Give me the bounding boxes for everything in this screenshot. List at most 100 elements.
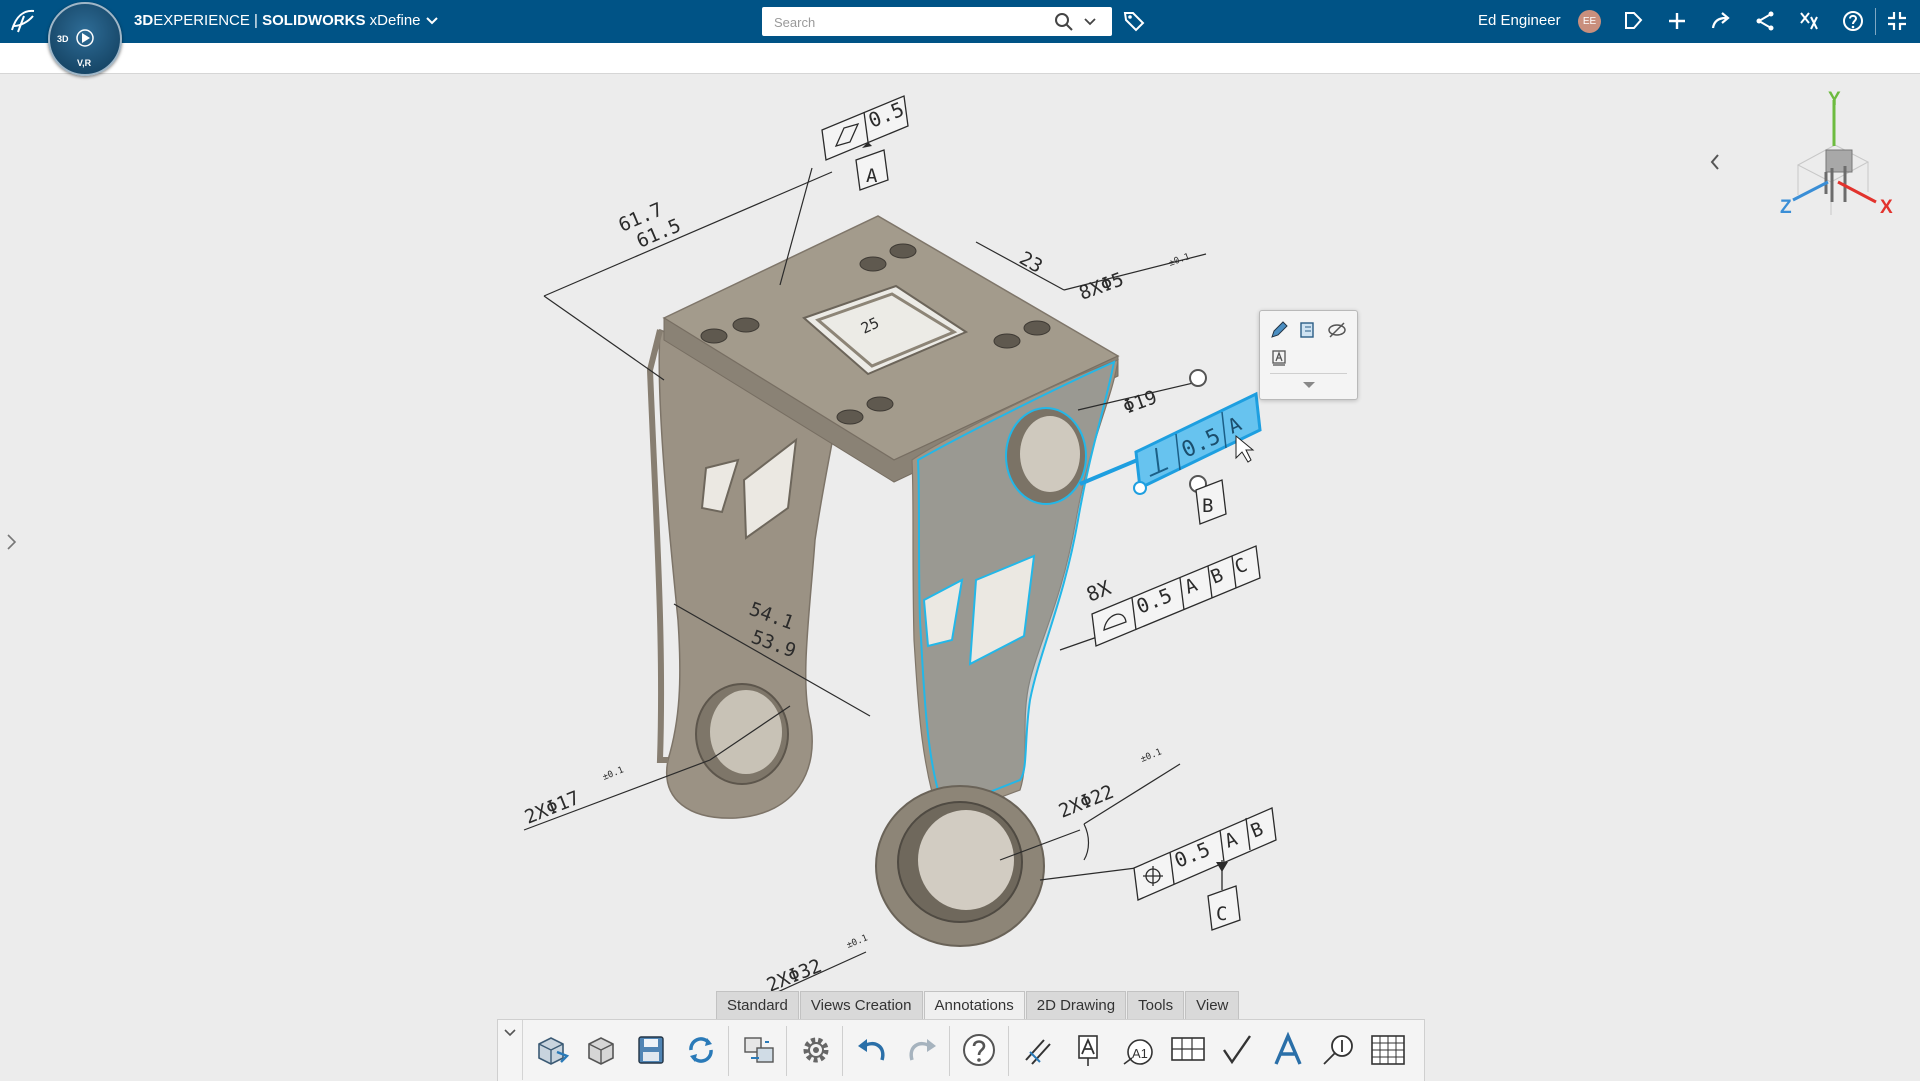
settings-button[interactable] — [796, 1030, 836, 1070]
annotation-plane-icon[interactable] — [1297, 319, 1319, 341]
chevron-down-icon[interactable] — [425, 16, 439, 26]
fcf-handle-top[interactable] — [1189, 369, 1207, 387]
table-button[interactable] — [1368, 1030, 1408, 1070]
roughness-icon — [1223, 1035, 1251, 1065]
balloon-button[interactable] — [1318, 1030, 1358, 1070]
redo-button[interactable] — [902, 1030, 942, 1070]
compare-icon — [744, 1037, 774, 1063]
tab-views-creation[interactable]: Views Creation — [799, 991, 923, 1019]
compass-widget[interactable]: 3D V,R — [48, 2, 122, 76]
save-button[interactable] — [631, 1030, 671, 1070]
part-icon — [588, 1037, 614, 1065]
help-icon[interactable] — [1841, 9, 1865, 33]
share-arrow-icon[interactable] — [1709, 9, 1733, 33]
app-title[interactable]: 3DEXPERIENCE | SOLIDWORKS xDefine — [134, 12, 439, 29]
tab-annotations[interactable]: Annotations — [923, 991, 1025, 1019]
action-bar: A1 — [497, 1019, 1425, 1081]
tab-view[interactable]: View — [1185, 991, 1240, 1019]
text-frame-icon[interactable] — [1268, 347, 1290, 369]
text-style-button[interactable] — [1268, 1030, 1308, 1070]
datum-feature-button[interactable]: A1 — [1118, 1030, 1158, 1070]
messages-icon[interactable] — [1621, 9, 1645, 33]
expand-chevron-icon[interactable] — [1301, 380, 1317, 390]
triad-y-label: Y — [1828, 90, 1841, 110]
avatar[interactable]: EE — [1578, 10, 1601, 33]
tag-icon[interactable] — [1122, 9, 1146, 33]
add-icon[interactable] — [1665, 9, 1689, 33]
toolbar-separator — [728, 1026, 729, 1076]
save-icon — [638, 1036, 664, 1064]
tab-standard[interactable]: Standard — [716, 991, 799, 1019]
compass-vr-label: V,R — [77, 58, 92, 68]
text-style-icon — [1274, 1031, 1302, 1065]
feature-control-frame-icon — [1171, 1037, 1205, 1061]
compare-button[interactable] — [739, 1030, 779, 1070]
brand-app: xDefine — [369, 12, 421, 29]
text-icon — [1078, 1035, 1098, 1066]
topbar-divider — [1875, 8, 1876, 35]
help-button[interactable] — [959, 1030, 999, 1070]
dassault-logo-icon[interactable] — [8, 6, 38, 36]
triad-x-label: X — [1880, 197, 1893, 218]
toolbar-separator — [786, 1026, 787, 1076]
action-bar-dropdown[interactable] — [498, 1020, 523, 1080]
context-mini-toolbar — [1259, 310, 1358, 400]
toolbar-separator — [842, 1026, 843, 1076]
fullscreen-icon[interactable] — [1885, 9, 1909, 33]
brand-product: SOLIDWORKS — [262, 12, 366, 29]
svg-text:A1: A1 — [1132, 1046, 1148, 1061]
undo-button[interactable] — [852, 1030, 892, 1070]
refresh-button[interactable] — [681, 1030, 721, 1070]
chevron-right-icon[interactable] — [4, 532, 20, 552]
triad-z-label: Z — [1780, 197, 1792, 218]
dimension-icon — [1025, 1039, 1051, 1065]
fcf-handle-left[interactable] — [1133, 481, 1147, 495]
dimension-button[interactable] — [1018, 1030, 1058, 1070]
tools-icon[interactable] — [1797, 9, 1821, 33]
hole-phi19-inner — [1020, 416, 1080, 492]
top-bar: 3DEXPERIENCE | SOLIDWORKS xDefine Ed Eng… — [0, 0, 1920, 43]
roughness-button[interactable] — [1218, 1030, 1258, 1070]
brand-3d: 3D — [134, 12, 154, 29]
tab-2d-drawing[interactable]: 2D Drawing — [1025, 991, 1127, 1019]
search-icon[interactable] — [1054, 12, 1074, 32]
chevron-left-icon[interactable] — [1706, 150, 1724, 174]
balloon-icon — [1323, 1035, 1353, 1065]
redo-icon — [909, 1039, 936, 1061]
refresh-icon — [689, 1037, 713, 1063]
compass-3d-label: 3D — [57, 34, 69, 44]
datum-feature-icon: A1 — [1123, 1039, 1153, 1065]
help-icon — [963, 1034, 995, 1066]
toolbar-separator — [949, 1026, 950, 1076]
fcf-button[interactable] — [1168, 1030, 1208, 1070]
play-icon — [76, 29, 94, 47]
open-part-button[interactable] — [581, 1030, 621, 1070]
orientation-triad[interactable]: Y X Z — [1748, 90, 1908, 230]
share-network-icon[interactable] — [1753, 9, 1777, 33]
bottom-lug-hole-inner — [918, 810, 1014, 910]
table-icon — [1371, 1035, 1405, 1065]
user-name[interactable]: Ed Engineer — [1478, 12, 1561, 29]
text-button[interactable] — [1068, 1030, 1108, 1070]
action-bar-strip — [0, 43, 1920, 74]
new-part-button[interactable] — [531, 1030, 571, 1070]
gear-icon — [803, 1037, 829, 1063]
search-input[interactable] — [772, 12, 1046, 32]
toolbar-separator — [1008, 1026, 1009, 1076]
brand-experience: EXPERIENCE | — [153, 12, 263, 29]
datum-b-label: B — [1202, 495, 1213, 517]
chevron-down-icon — [504, 1029, 516, 1037]
search-box — [762, 7, 1112, 36]
tab-tools[interactable]: Tools — [1127, 991, 1185, 1019]
new-part-icon — [538, 1037, 570, 1065]
action-bar-tabs: Standard Views Creation Annotations 2D D… — [716, 991, 1240, 1019]
triad-cube — [1825, 149, 1853, 173]
datum-a-label: A — [866, 165, 878, 187]
mini-divider — [1270, 373, 1347, 374]
search-options-chevron-icon[interactable] — [1084, 17, 1096, 27]
undo-icon — [858, 1039, 885, 1061]
left-lug-hole-inner — [710, 690, 782, 774]
hide-icon[interactable] — [1326, 319, 1348, 341]
edit-pencil-icon[interactable] — [1268, 319, 1290, 341]
datum-c-label: C — [1216, 903, 1227, 925]
